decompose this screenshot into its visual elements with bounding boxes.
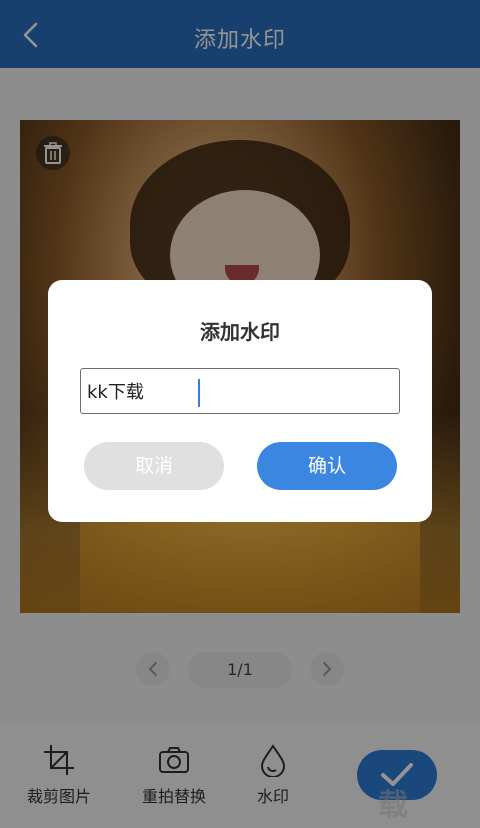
confirm-button[interactable]: 确认 (257, 442, 397, 490)
text-cursor (198, 379, 200, 407)
add-watermark-dialog: 添加水印 取消 确认 (48, 280, 432, 522)
watermark-text-input[interactable] (80, 368, 400, 414)
cancel-button[interactable]: 取消 (84, 442, 224, 490)
dialog-title: 添加水印 (200, 320, 280, 344)
